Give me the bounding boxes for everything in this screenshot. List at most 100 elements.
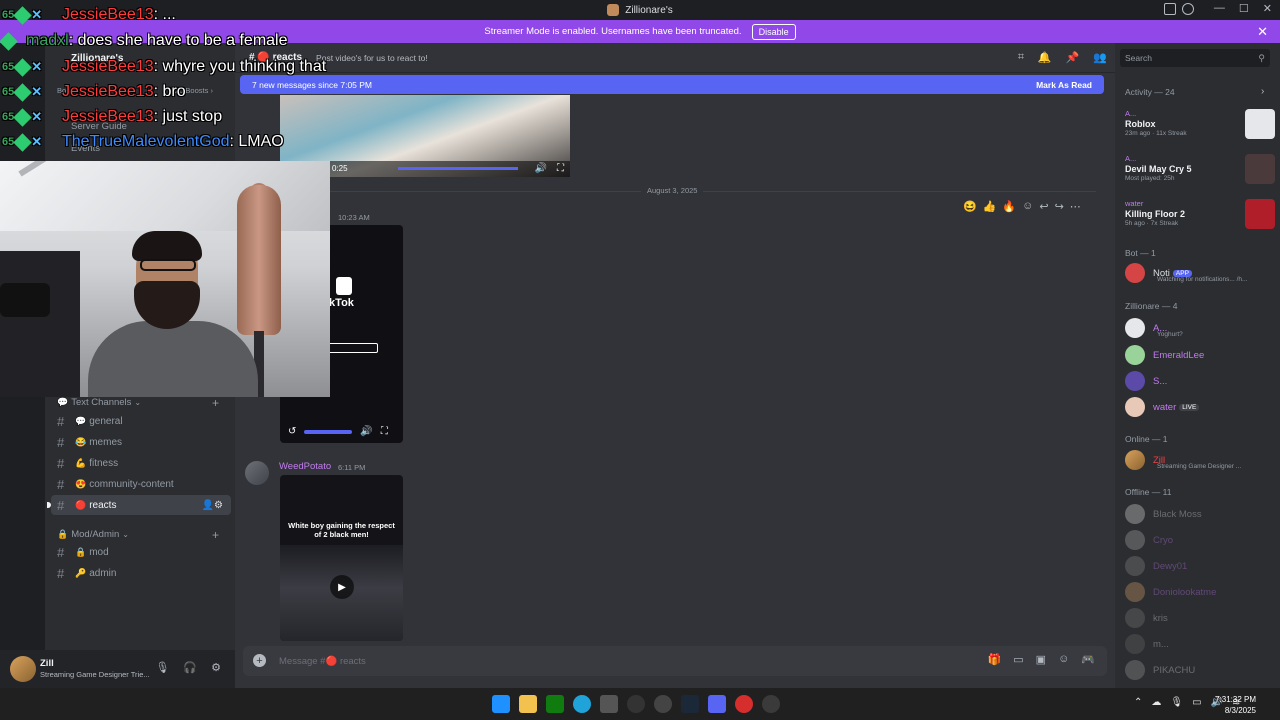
channel-reacts[interactable]: # 🔴 reacts 👤⚙ [47, 495, 231, 515]
add-reaction-icon[interactable]: ☺ [1022, 200, 1033, 216]
member-item[interactable]: Black Moss [1125, 503, 1275, 525]
message-input[interactable]: + Message #🔴 reacts 🎁 ▭ ▣ ☺ 🎮 [243, 646, 1107, 676]
mark-as-read-button[interactable]: Mark As Read [1036, 80, 1092, 90]
file-explorer-icon[interactable] [519, 695, 537, 713]
volume-slider[interactable] [304, 429, 353, 434]
member-item[interactable]: water LIVE [1125, 396, 1275, 418]
help-icon[interactable] [1182, 3, 1194, 15]
replay-icon[interactable]: ↺ [288, 426, 296, 437]
gif-icon[interactable]: ▭ [1013, 653, 1023, 666]
maximize-button[interactable]: ☐ [1239, 2, 1249, 15]
threads-icon[interactable]: ⌗ [1018, 51, 1024, 64]
tiktok-logo-icon [336, 277, 352, 295]
server-icon [607, 4, 620, 16]
display-icon[interactable]: ▭ [1192, 697, 1201, 708]
settings-gear-icon[interactable]: ⚙ [211, 661, 221, 674]
cloud-icon[interactable]: ☁ [1151, 697, 1161, 708]
steam-icon[interactable] [681, 695, 699, 713]
activity-card[interactable]: water Killing Floor 2 5h ago · 7x Streak [1125, 199, 1275, 229]
chevron-right-icon[interactable]: › [1261, 86, 1264, 97]
bell-icon[interactable]: 🔔 [1038, 51, 1052, 64]
channel-fitness[interactable]: # 💪 fitness [51, 453, 231, 473]
close-window-button[interactable]: ✕ [1263, 2, 1272, 15]
member-item[interactable]: A... Yoghurt? [1125, 317, 1275, 339]
clock[interactable]: 7:31:32 PM 8/3/2025 [1215, 694, 1256, 716]
chat-badges: 65 ✕ [2, 57, 62, 77]
member-item[interactable]: Doniolookatme [1125, 581, 1275, 603]
message-author[interactable]: WeedPotato [279, 461, 331, 472]
member-item[interactable]: PIKACHU [1125, 659, 1275, 681]
channel-settings-icon[interactable]: 👤⚙ [202, 500, 223, 511]
avatar[interactable] [245, 461, 269, 485]
volume-icon[interactable]: 🔊 [360, 426, 372, 437]
avatar[interactable] [10, 656, 36, 682]
fullscreen-icon[interactable]: ⛶ [557, 163, 564, 174]
activity-card[interactable]: A... Roblox 23m ago · 11x Streak [1125, 109, 1275, 139]
edge-icon[interactable] [573, 695, 591, 713]
add-channel-icon[interactable]: + [212, 396, 219, 410]
wacom-icon[interactable] [654, 695, 672, 713]
members-icon[interactable]: 👥 [1093, 51, 1107, 64]
search-icon: ⚲ [1258, 52, 1265, 63]
video-attachment[interactable]: White boy gaining the respect of 2 black… [280, 475, 403, 641]
emoji-icon[interactable]: ☺ [1058, 653, 1069, 666]
member-item[interactable]: kris [1125, 607, 1275, 629]
calculator-icon[interactable] [600, 695, 618, 713]
gift-icon[interactable]: 🎁 [988, 653, 1002, 666]
apps-icon[interactable]: 🎮 [1081, 653, 1095, 666]
microphone-icon[interactable]: 🎙 [1170, 697, 1183, 708]
member-item[interactable]: EmeraldLee [1125, 344, 1275, 366]
reply-icon[interactable]: ↩ [1039, 200, 1048, 216]
reaction-laugh-icon[interactable]: 😆 [963, 200, 977, 216]
search-input[interactable]: Search ⚲ [1120, 49, 1270, 67]
inbox-icon[interactable] [1164, 3, 1176, 15]
close-banner-icon[interactable]: ✕ [1257, 24, 1268, 40]
offline-header: Offline — 11 [1125, 487, 1172, 497]
forward-icon[interactable]: ↪ [1055, 200, 1064, 216]
lock-icon: 🔒 [57, 529, 69, 539]
disable-streamer-button[interactable]: Disable [751, 23, 796, 40]
member-item[interactable]: Dewy01 [1125, 555, 1275, 577]
discord-icon[interactable] [708, 695, 726, 713]
microphone-icon[interactable]: 🎙 [155, 661, 169, 674]
avatar [1125, 608, 1145, 628]
category-text-channels[interactable]: 💬 Text Channels ⌄ + [57, 396, 227, 410]
pin-icon[interactable]: 📌 [1066, 51, 1080, 64]
fullscreen-icon[interactable]: ⛶ [381, 426, 388, 437]
channel-admin[interactable]: # 🔑 admin [51, 563, 231, 583]
video-progress[interactable] [398, 167, 518, 170]
hash-icon: # [57, 434, 65, 450]
member-item[interactable]: Zill Streaming Game Designer ... [1125, 449, 1275, 471]
app-icon[interactable] [762, 695, 780, 713]
add-channel-icon[interactable]: + [212, 528, 219, 542]
new-messages-bar[interactable]: 7 new messages since 7:05 PM Mark As Rea… [240, 75, 1104, 94]
member-item[interactable]: m... [1125, 633, 1275, 655]
obs-icon[interactable] [627, 695, 645, 713]
avatar [1125, 263, 1145, 283]
tiktok-label: ikTok [326, 297, 354, 309]
channel-mod[interactable]: # 🔒 mod [51, 542, 231, 562]
member-item[interactable]: Noti APP Watching for notifications... /… [1125, 262, 1275, 284]
add-attachment-icon[interactable]: + [253, 654, 266, 667]
hash-icon: # [57, 476, 65, 492]
channel-community-content[interactable]: # 😍 community-content [51, 474, 231, 494]
channel-general[interactable]: # 💬 general [51, 411, 231, 431]
headphones-icon[interactable]: 🎧 [183, 661, 197, 674]
app-icon[interactable] [735, 695, 753, 713]
start-menu-icon[interactable] [492, 695, 510, 713]
activity-card[interactable]: A... Devil May Cry 5 Most played: 25h [1125, 154, 1275, 184]
role-header: Zillionare — 4 [1125, 301, 1178, 311]
reaction-fire-icon[interactable]: 🔥 [1002, 200, 1016, 216]
member-item[interactable]: S... [1125, 370, 1275, 392]
volume-icon[interactable]: 🔊 [535, 163, 547, 174]
chevron-up-icon[interactable]: ⌃ [1134, 697, 1142, 708]
sticker-icon[interactable]: ▣ [1036, 653, 1046, 666]
category-mod-admin[interactable]: 🔒 Mod/Admin ⌄ + [57, 528, 227, 542]
play-icon[interactable]: ▶ [330, 575, 354, 599]
xbox-icon[interactable] [546, 695, 564, 713]
reaction-thumbs-up-icon[interactable]: 👍 [983, 200, 997, 216]
minimize-button[interactable]: — [1214, 2, 1225, 15]
member-item[interactable]: Cryo [1125, 529, 1275, 551]
channel-memes[interactable]: # 😂 memes [51, 432, 231, 452]
more-options-icon[interactable]: ⋯ [1070, 200, 1081, 216]
